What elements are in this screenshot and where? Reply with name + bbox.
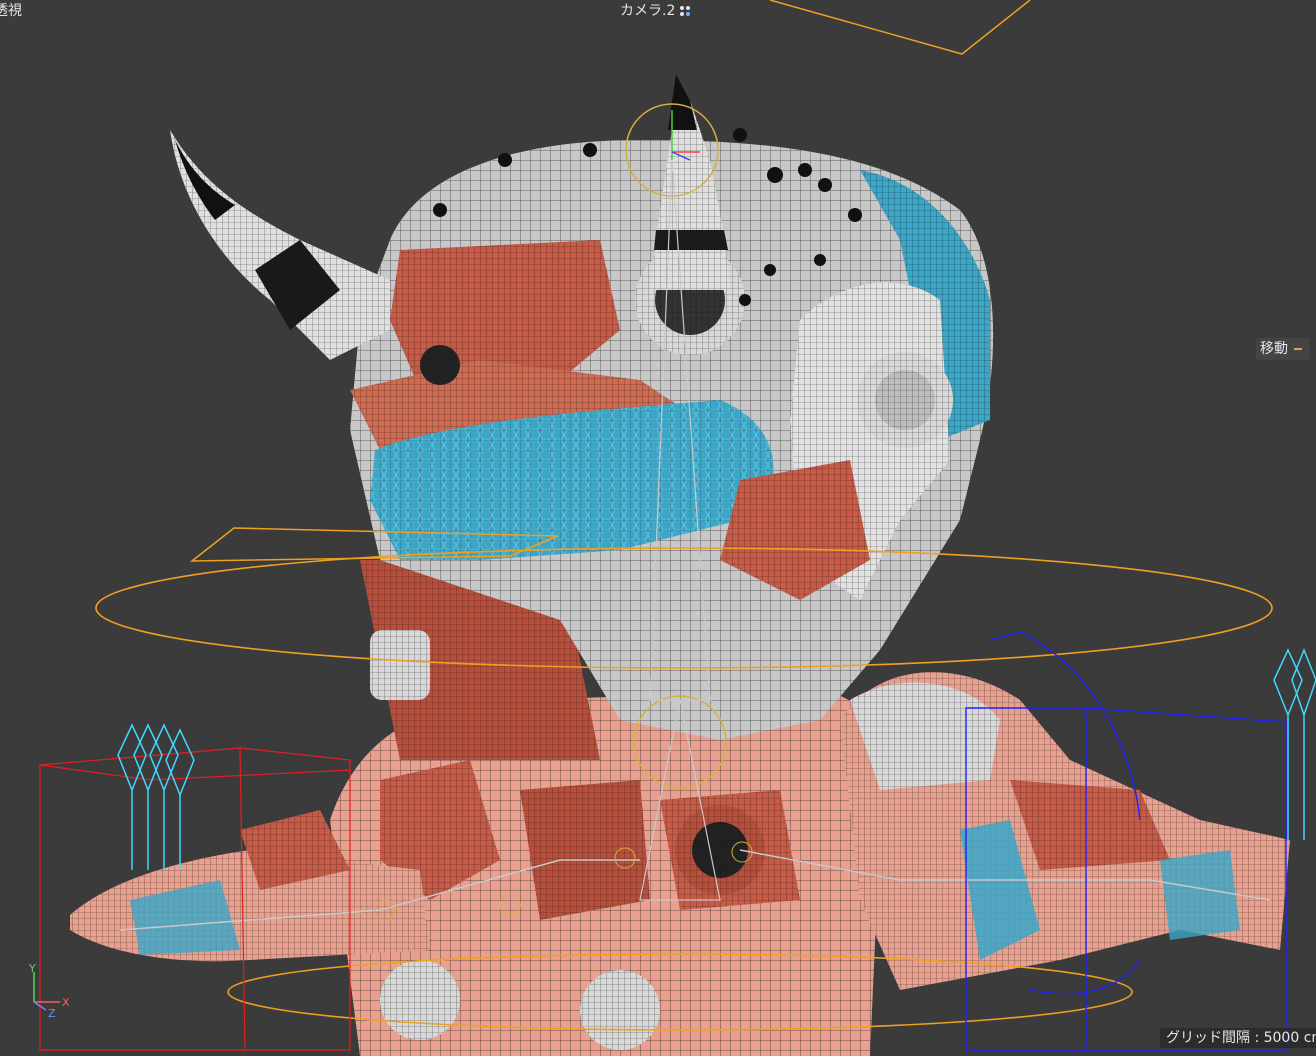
move-tool-text: 移動 [1260, 341, 1288, 357]
left-horn-mesh [170, 130, 390, 360]
z-axis-label: Z [48, 1007, 56, 1018]
view-mode-label[interactable]: 透視 [0, 2, 22, 20]
move-tool-accent [1294, 348, 1302, 350]
x-axis-label: X [62, 996, 70, 1009]
3d-viewport[interactable]: 透視 カメラ.2 移動 Y X Z グリッド間隔 : 5000 cm [0, 0, 1316, 1056]
grid-spacing-status: グリッド間隔 : 5000 cm [1160, 1028, 1316, 1048]
axis-gizmo: Y X Z [28, 962, 70, 1018]
camera-selector[interactable]: カメラ.2 [620, 2, 692, 20]
camera-name: カメラ.2 [620, 3, 676, 19]
move-tool-label[interactable]: 移動 [1256, 338, 1310, 360]
y-axis-label: Y [28, 962, 36, 975]
z-axis-line [33, 1001, 47, 1011]
right-arm-mesh [840, 672, 1290, 990]
camera-frustum [769, 0, 1031, 55]
robot-mesh-scene[interactable] [0, 0, 1316, 1056]
camera-settings-icon[interactable] [678, 5, 692, 17]
